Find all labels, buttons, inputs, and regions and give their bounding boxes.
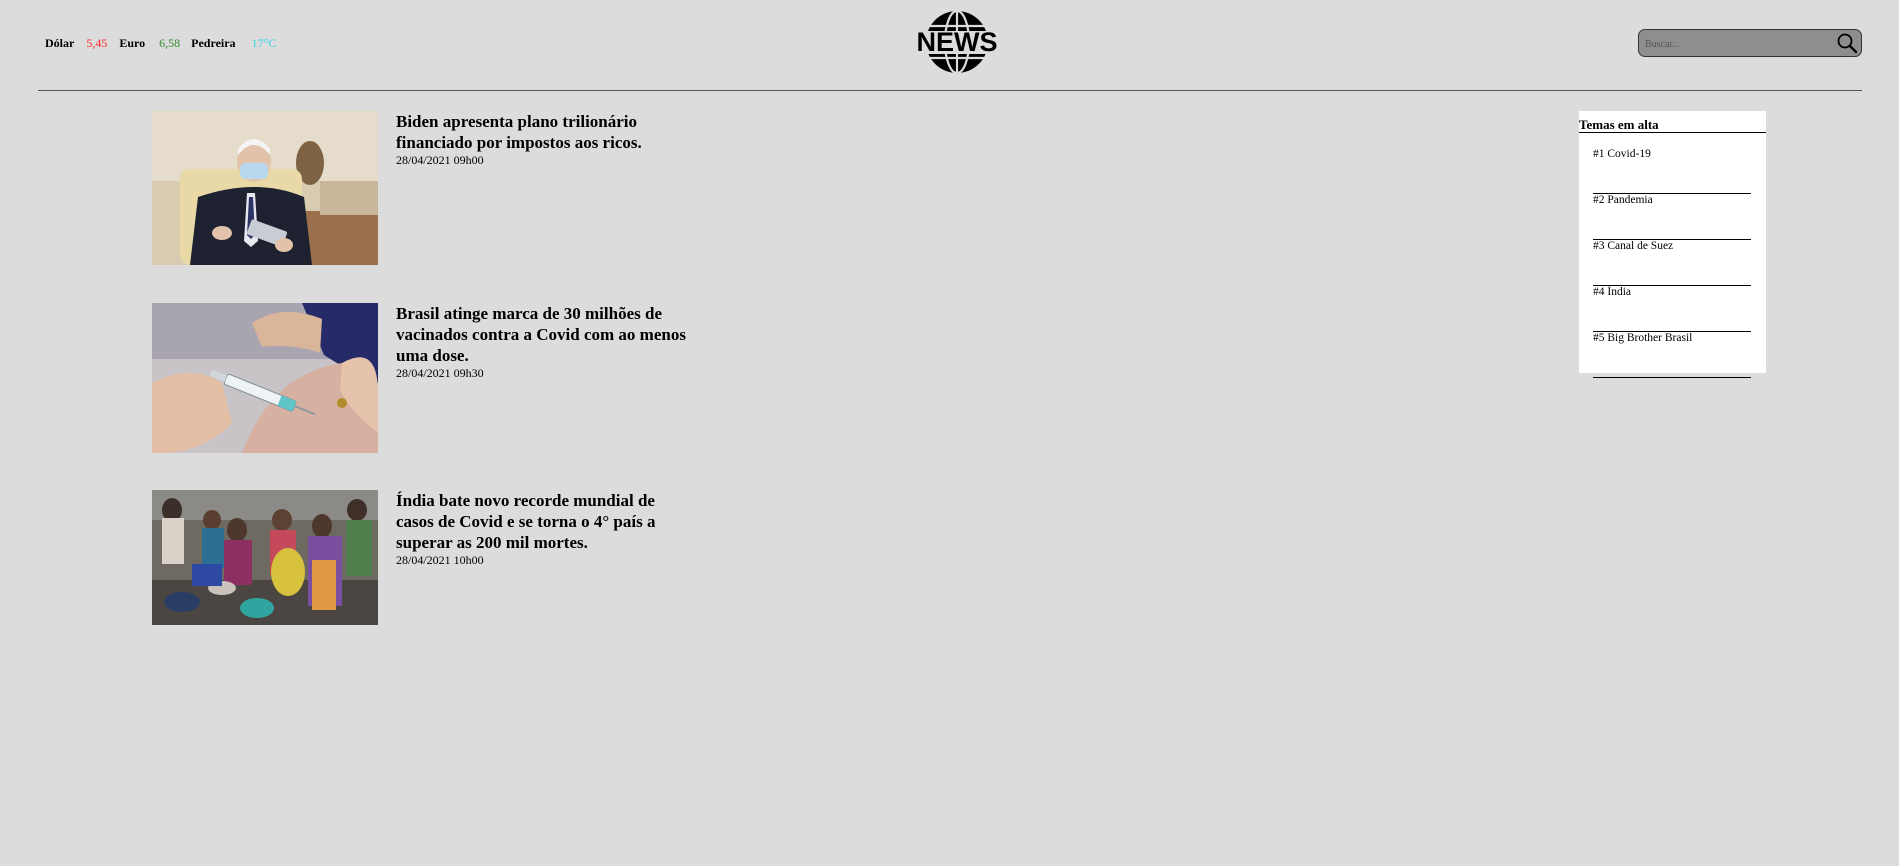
search-button[interactable] (1835, 31, 1859, 55)
trending-item[interactable]: #3 Canal de Suez (1593, 240, 1751, 286)
article-thumbnail[interactable] (152, 303, 378, 453)
article-thumbnail[interactable] (152, 111, 378, 265)
trending-item[interactable]: #4 Índia (1593, 286, 1751, 332)
trending-panel: Temas em alta #1 Covid-19 #2 Pandemia #3… (1579, 111, 1766, 378)
article-text: Biden apresenta plano trilionário financ… (396, 111, 696, 167)
logo-text: NEWS (917, 27, 998, 57)
temperature-value: 17°C (251, 36, 277, 50)
trending-item-label[interactable]: #1 Covid-19 (1593, 148, 1651, 160)
article-date: 28/04/2021 09h00 (396, 153, 484, 167)
article-image (152, 490, 378, 625)
trending-item-label[interactable]: #4 Índia (1593, 286, 1631, 298)
news-logo[interactable]: NEWS (908, 8, 1006, 76)
article-thumbnail[interactable] (152, 490, 378, 625)
trending-item[interactable]: #5 Big Brother Brasil (1593, 332, 1751, 378)
city-label: Pedreira (191, 36, 236, 50)
trending-heading: Temas em alta (1579, 117, 1766, 133)
trending-item-label[interactable]: #5 Big Brother Brasil (1593, 332, 1692, 344)
article-title[interactable]: Biden apresenta plano trilionário financ… (396, 111, 696, 153)
article-date: 28/04/2021 09h30 (396, 366, 484, 380)
article-title[interactable]: Brasil atinge marca de 30 milhões de vac… (396, 303, 696, 366)
article-text: Brasil atinge marca de 30 milhões de vac… (396, 303, 696, 380)
trending-item[interactable]: #1 Covid-19 (1593, 148, 1751, 194)
article-title[interactable]: Índia bate novo recorde mundial de casos… (396, 490, 696, 553)
article-text: Índia bate novo recorde mundial de casos… (396, 490, 696, 567)
article-image (152, 111, 378, 265)
trending-item-label[interactable]: #2 Pandemia (1593, 194, 1653, 206)
site-header: Dólar 5,45 Euro 6,58 Pedreira 17°C NEWS (0, 0, 1899, 90)
euro-value: 6,58 (159, 36, 181, 50)
header-divider (38, 90, 1862, 91)
article-image (152, 303, 378, 453)
dolar-label: Dólar (45, 36, 75, 50)
search-icon (1837, 33, 1858, 54)
news-item[interactable]: Biden apresenta plano trilionário financ… (152, 111, 712, 265)
search-box[interactable] (1638, 29, 1862, 57)
euro-label: Euro (119, 36, 146, 50)
trending-item-label[interactable]: #3 Canal de Suez (1593, 240, 1673, 252)
search-input[interactable] (1643, 34, 1833, 54)
trending-item[interactable]: #2 Pandemia (1593, 194, 1751, 240)
globe-icon: NEWS (908, 9, 1006, 75)
market-ticker: Dólar 5,45 Euro 6,58 Pedreira 17°C (45, 36, 276, 51)
news-item[interactable]: Brasil atinge marca de 30 milhões de vac… (152, 303, 712, 453)
dolar-value: 5,45 (86, 36, 108, 50)
news-item[interactable]: Índia bate novo recorde mundial de casos… (152, 490, 712, 625)
article-date: 28/04/2021 10h00 (396, 553, 484, 567)
